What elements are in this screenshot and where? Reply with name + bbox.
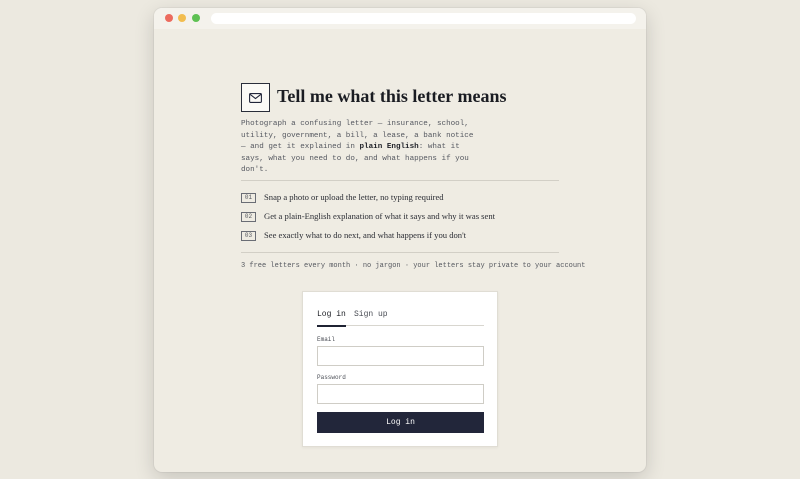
logo	[241, 83, 270, 112]
email-label: Email	[317, 336, 336, 343]
auth-card: Log in Sign up Email Password Log in	[302, 291, 498, 447]
envelope-icon	[249, 92, 262, 103]
page-title: Tell me what this letter means	[277, 86, 507, 106]
step-number: 02	[241, 212, 256, 222]
email-field[interactable]	[317, 346, 484, 366]
minimize-window-button[interactable]	[178, 14, 186, 22]
address-bar[interactable]	[211, 13, 636, 24]
step-text: Get a plain-English explanation of what …	[264, 211, 496, 221]
divider	[241, 252, 559, 253]
close-window-button[interactable]	[165, 14, 173, 22]
step-number: 03	[241, 231, 256, 241]
tab-log-in[interactable]: Log in	[317, 310, 346, 327]
step-number: 01	[241, 193, 256, 203]
page-content: Tell me what this letter means Photograp…	[154, 29, 646, 472]
auth-tabs: Log in Sign up	[317, 310, 484, 327]
password-field[interactable]	[317, 384, 484, 404]
password-label: Password	[317, 374, 346, 381]
maximize-window-button[interactable]	[192, 14, 200, 22]
intro-text: Photograph a confusing letter — insuranc…	[241, 119, 481, 177]
step-text: See exactly what to do next, and what ha…	[264, 230, 467, 240]
tab-sign-up[interactable]: Sign up	[354, 310, 388, 326]
divider	[241, 180, 559, 181]
tagline: 3 free letters every month · no jargon ·…	[241, 262, 586, 270]
browser-titlebar	[154, 8, 646, 29]
log-in-button[interactable]: Log in	[317, 412, 484, 433]
step-text: Snap a photo or upload the letter, no ty…	[264, 192, 444, 202]
browser-window: Tell me what this letter means Photograp…	[154, 8, 646, 472]
intro-highlight: plain English	[359, 143, 419, 152]
